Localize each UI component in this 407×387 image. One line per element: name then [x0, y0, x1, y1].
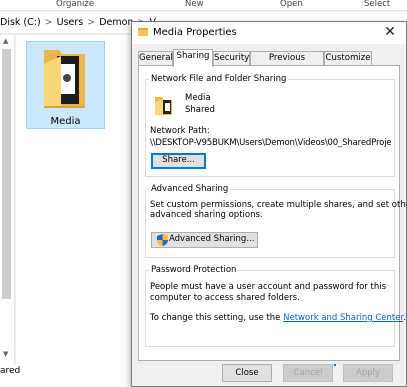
- explorer-ribbon: Organize New Open Select: [0, 0, 407, 11]
- folder-icon: [138, 28, 148, 36]
- tab-sharing[interactable]: Sharing: [173, 49, 213, 67]
- password-protection-group: Password Protection People must have a u…: [145, 265, 406, 347]
- password-protection-title: Password Protection: [149, 265, 239, 275]
- ribbon-organize[interactable]: Organize: [56, 0, 94, 9]
- navigation-pane: ▲ ▼: [0, 35, 15, 365]
- advanced-sharing-button[interactable]: Advanced Sharing...: [151, 232, 258, 248]
- breadcrumb-drive[interactable]: Disk (C:): [0, 17, 41, 28]
- tab-previous-versions[interactable]: Previous Versions: [250, 51, 324, 76]
- network-sharing-title: Network File and Folder Sharing: [149, 74, 289, 84]
- share-button[interactable]: Share...: [151, 153, 206, 169]
- share-name: Media: [185, 93, 211, 103]
- advanced-sharing-title: Advanced Sharing: [149, 184, 231, 194]
- status-text: ared: [0, 366, 21, 376]
- scrollbar-thumb[interactable]: [2, 49, 11, 299]
- dialog-titlebar[interactable]: Media Properties ✕: [132, 22, 406, 44]
- breadcrumb-demon[interactable]: Demon: [99, 17, 133, 28]
- shared-folder-icon: [155, 97, 172, 115]
- cancel-button[interactable]: Cancel: [283, 364, 333, 382]
- password-protection-line1: People must have a user account and pass…: [150, 282, 386, 292]
- advanced-sharing-group: Advanced Sharing Set custom permissions,…: [145, 184, 407, 258]
- advanced-sharing-button-label: Advanced Sharing...: [169, 234, 255, 244]
- change-setting-text: To change this setting, use the Network …: [150, 313, 406, 323]
- folder-item-label: Media: [50, 116, 81, 127]
- tab-general[interactable]: General: [138, 51, 173, 66]
- tab-security[interactable]: Security: [213, 51, 250, 66]
- scroll-up-icon[interactable]: ▲: [3, 37, 8, 45]
- advanced-sharing-desc-line1: Set custom permissions, create multiple …: [150, 200, 407, 210]
- folder-item-media[interactable]: Media: [26, 41, 105, 129]
- properties-dialog: Media Properties ✕ General Sharing Secur…: [131, 21, 407, 387]
- chevron-right-icon: >: [87, 17, 96, 28]
- close-button[interactable]: Close: [222, 364, 272, 382]
- close-icon[interactable]: ✕: [374, 22, 406, 44]
- ribbon-open[interactable]: Open: [280, 0, 303, 9]
- tab-customize[interactable]: Customize: [324, 51, 372, 66]
- chevron-right-icon: >: [44, 17, 53, 28]
- network-path-value: \\DESKTOP-V95BUKM\Users\Demon\Videos\00_…: [150, 138, 392, 148]
- apply-button[interactable]: Apply: [343, 364, 393, 382]
- password-protection-line2: computer to access shared folders.: [150, 293, 300, 303]
- sharing-tab-panel: Network File and Folder Sharing Media Sh…: [138, 65, 407, 361]
- share-state: Shared: [185, 105, 215, 115]
- scroll-down-icon[interactable]: ▼: [3, 350, 8, 358]
- change-setting-prefix: To change this setting, use the: [150, 313, 284, 323]
- network-sharing-center-link[interactable]: Network and Sharing Center: [283, 313, 403, 323]
- ribbon-new[interactable]: New: [185, 0, 204, 9]
- advanced-sharing-desc-line2: advanced sharing options.: [150, 210, 263, 220]
- network-path-label: Network Path:: [150, 126, 210, 136]
- dialog-title: Media Properties: [153, 27, 237, 38]
- folder-icon: [44, 50, 85, 108]
- breadcrumb-users[interactable]: Users: [57, 17, 84, 28]
- ribbon-select[interactable]: Select: [364, 0, 390, 9]
- shield-icon: [157, 234, 168, 246]
- change-setting-suffix: .: [403, 313, 406, 323]
- network-sharing-group: Network File and Folder Sharing Media Sh…: [145, 74, 395, 177]
